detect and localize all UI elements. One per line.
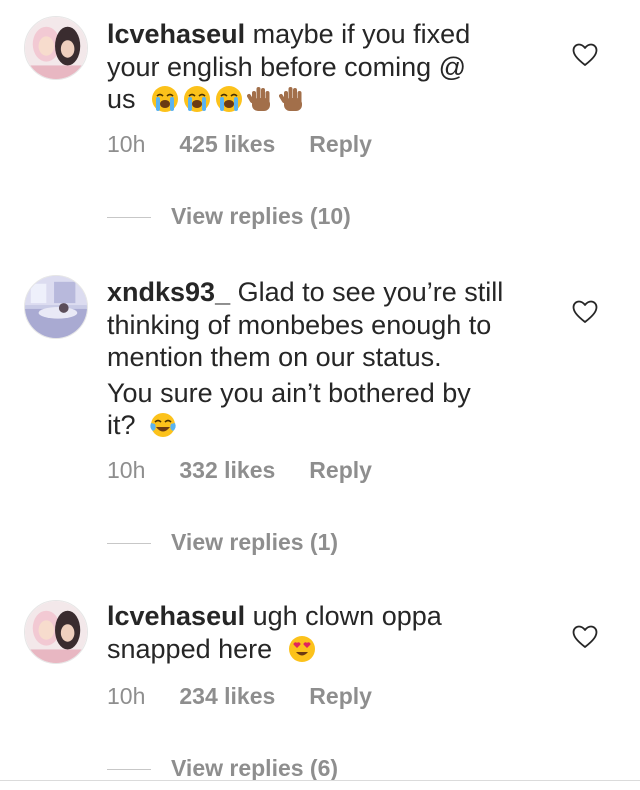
reply-button[interactable]: Reply <box>309 683 372 710</box>
comment-text: lcvehaseul ugh clown oppa snapped here <box>107 600 537 665</box>
avatar-photo-icon <box>25 601 87 663</box>
like-heart-icon[interactable] <box>572 43 598 67</box>
comment-likes[interactable]: 332 likes <box>179 457 275 484</box>
comment-text-line: mention them on our status. <box>107 342 442 372</box>
view-replies-button[interactable]: View replies (10) <box>107 203 351 230</box>
face-with-tears-of-joy-icon <box>149 411 177 439</box>
bottom-divider <box>0 780 640 781</box>
comment-username[interactable]: lcvehaseul <box>107 601 245 631</box>
comment-text-line: You sure you ain’t bothered by <box>107 377 471 408</box>
divider-line <box>107 217 151 219</box>
avatar[interactable] <box>24 600 88 664</box>
comment-meta: 10h 332 likes Reply <box>107 457 372 484</box>
comment-text-line: your english before coming @ <box>107 51 467 82</box>
avatar-photo-icon <box>25 17 87 79</box>
comment-time: 10h <box>107 457 146 483</box>
comment-text-line: Glad to see you’re still <box>237 277 504 307</box>
comment-text-line: it? <box>107 410 136 440</box>
comment-username[interactable]: xndks93_ <box>107 277 230 307</box>
comment-text-line: maybe if you fixed <box>252 19 471 49</box>
avatar[interactable] <box>24 16 88 80</box>
comment-time: 10h <box>107 131 146 157</box>
comment-time: 10h <box>107 683 146 709</box>
reply-button[interactable]: Reply <box>309 457 372 484</box>
comment-likes[interactable]: 425 likes <box>179 131 275 158</box>
raised-hand-icon <box>247 85 275 113</box>
loudly-crying-face-icon <box>183 85 211 113</box>
comment-text-line: snapped here <box>107 633 273 664</box>
loudly-crying-face-icon <box>215 85 243 113</box>
comment-text: lcvehaseul maybe if you fixed your engli… <box>107 18 537 116</box>
view-replies-button[interactable]: View replies (1) <box>107 529 338 556</box>
smiling-face-with-heart-eyes-icon <box>288 635 316 663</box>
comment-meta: 10h 425 likes Reply <box>107 131 372 158</box>
comment-username[interactable]: lcvehaseul <box>107 19 245 49</box>
loudly-crying-face-icon <box>151 85 179 113</box>
divider-line <box>107 543 151 545</box>
comment-text: xndks93_ Glad to see you’re still thinki… <box>107 276 537 442</box>
reply-button[interactable]: Reply <box>309 131 372 158</box>
avatar-photo-icon <box>25 276 87 338</box>
avatar[interactable] <box>24 275 88 339</box>
divider-line <box>107 769 151 771</box>
comment-meta: 10h 234 likes Reply <box>107 683 372 710</box>
comment-likes[interactable]: 234 likes <box>179 683 275 710</box>
like-heart-icon[interactable] <box>572 300 598 324</box>
view-replies-label: View replies (10) <box>171 203 351 229</box>
view-replies-label: View replies (1) <box>171 529 339 555</box>
view-replies-label: View replies (6) <box>171 755 339 781</box>
like-heart-icon[interactable] <box>572 625 598 649</box>
raised-hand-icon <box>279 85 307 113</box>
view-replies-button[interactable]: View replies (6) <box>107 755 338 782</box>
comment-text-line: thinking of monbebes enough to <box>107 309 492 340</box>
comment-text-line: ugh clown oppa <box>252 601 442 631</box>
comment-text-line: us <box>107 84 136 114</box>
